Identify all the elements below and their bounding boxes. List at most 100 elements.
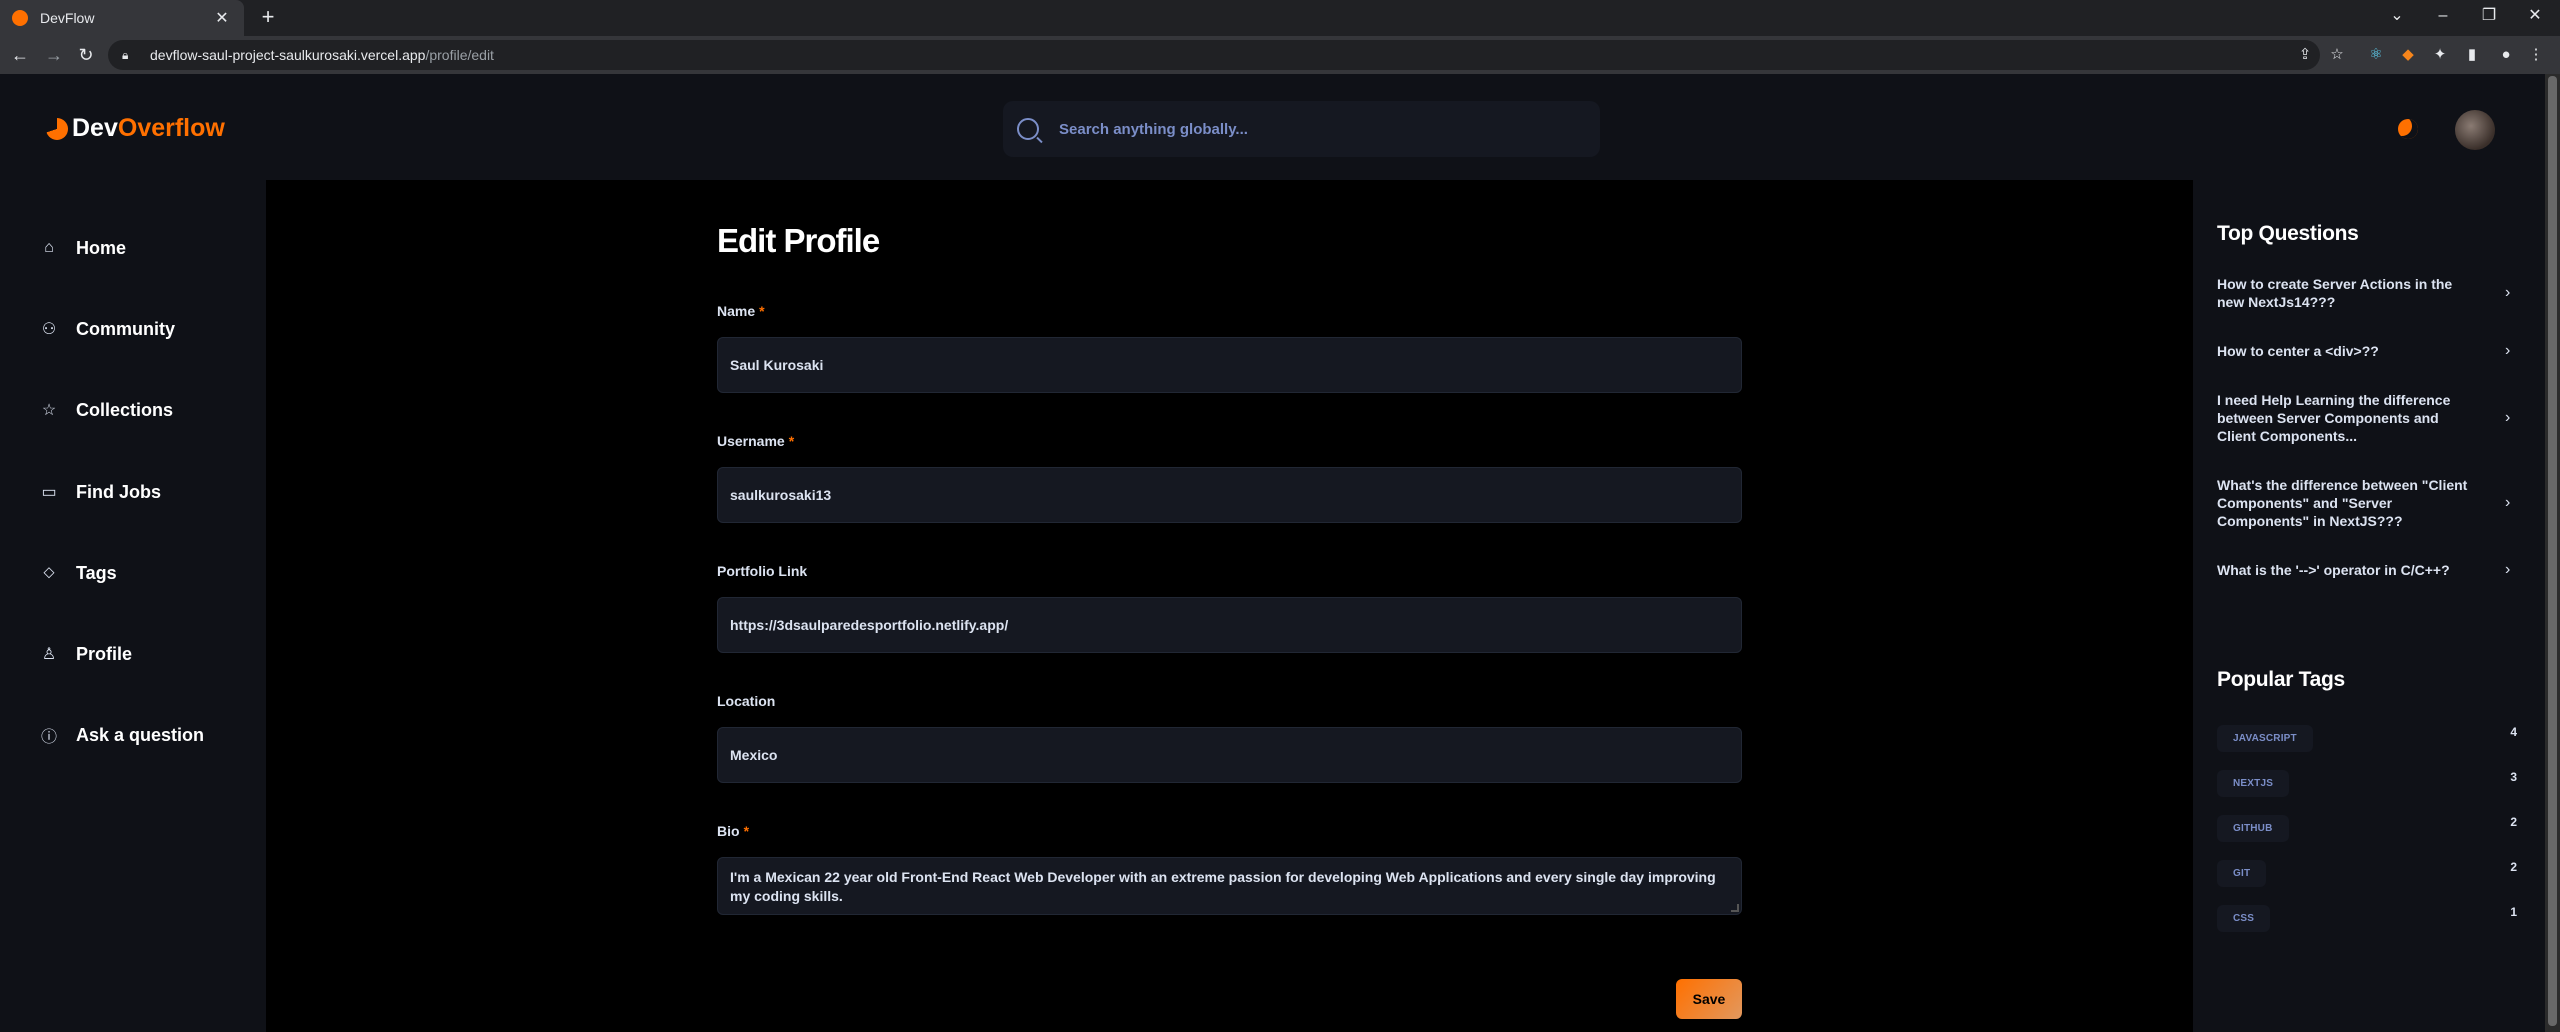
moon-icon[interactable] [2398,119,2418,139]
logo-text-overflow: Overflow [117,114,225,142]
page-scrollbar[interactable] [2545,74,2560,1032]
global-search[interactable] [1003,101,1600,157]
bio-label: Bio * [717,823,749,839]
name-field[interactable]: Saul Kurosaki [717,337,1742,393]
tag-count: 2 [2510,815,2517,829]
metamask-icon[interactable]: ◆ [2398,45,2418,65]
tag-row[interactable]: JAVASCRIPT 4 [2217,724,2517,752]
react-devtools-icon[interactable]: ⚛ [2366,45,2386,65]
bio-text: I'm a Mexican 22 year old Front-End Reac… [730,869,1716,904]
name-label-text: Name [717,303,756,319]
required-mark: * [788,433,795,449]
new-tab-button[interactable]: + [256,6,280,30]
lock-icon: 🔒︎ [122,48,129,62]
back-button[interactable]: ← [8,43,32,67]
favicon-icon [12,10,28,26]
reload-button[interactable]: ↻ [74,43,98,67]
close-icon[interactable]: ✕ [212,8,232,28]
tag-row[interactable]: NEXTJS 3 [2217,769,2517,797]
sidebar-item-label: Profile [76,643,133,664]
resize-handle[interactable] [1731,904,1739,912]
username-label: Username * [717,433,794,449]
chevron-right-icon: › [2505,561,2511,578]
bookmark-star-icon[interactable]: ☆ [2327,45,2347,65]
tag-row[interactable]: GITHUB 2 [2217,814,2517,842]
username-label-text: Username [717,433,785,449]
sidebar-item-collections[interactable]: ☆ Collections [40,390,173,430]
tab-search-icon[interactable]: ⌄ [2374,0,2420,32]
sidebar-item-label: Home [76,237,127,258]
browser-tab-bar: DevFlow ✕ + ⌄ – ❐ ✕ [0,0,2560,36]
main-content: Edit Profile Name * Saul Kurosaki Usernam… [266,180,2193,1032]
question-text: I need Help Learning the difference betw… [2217,392,2451,444]
app-navbar: Dev Overflow [0,74,2545,180]
save-button[interactable]: Save [1676,979,1742,1019]
users-icon: ⚇ [41,321,57,338]
sidebar-item-label: Ask a question [76,724,205,745]
sidebar-item-community[interactable]: ⚇ Community [40,309,175,349]
address-bar-row: ← → ↻ 🔒︎ devflow-saul-project-saulkurosa… [0,36,2560,74]
extensions-icon[interactable]: ✦ [2430,45,2450,65]
bio-label-text: Bio [717,823,740,839]
sidebar-item-label: Tags [76,562,117,583]
home-icon: ⌂ [44,239,54,256]
sidebar-item-profile[interactable]: ♙ Profile [40,634,132,674]
tag-badge[interactable]: CSS [2217,904,2271,932]
tag-count: 2 [2510,860,2517,874]
question-text: What's the difference between "Client Co… [2217,477,2468,529]
question-item[interactable]: What's the difference between "Client Co… [2217,476,2517,530]
page-title: Edit Profile [717,222,880,259]
star-icon: ☆ [41,402,57,419]
sidebar-item-label: Collections [76,399,174,420]
tag-badge[interactable]: JAVASCRIPT [2217,724,2313,752]
question-item[interactable]: How to center a <div>?? › [2217,342,2517,360]
briefcase-icon: ▭ [41,484,57,501]
question-item[interactable]: How to create Server Actions in the new … [2217,275,2517,311]
tag-badge[interactable]: NEXTJS [2217,769,2290,797]
logo-icon [46,117,68,140]
tag-count: 4 [2510,725,2517,739]
close-window-button[interactable]: ✕ [2512,0,2558,32]
menu-icon[interactable]: ⋮ [2526,45,2546,65]
tag-count: 1 [2510,905,2517,919]
right-sidebar: Top Questions How to create Server Actio… [2193,180,2545,1032]
tag-badge[interactable]: GIT [2217,859,2267,887]
share-icon[interactable]: ⇪ [2295,45,2315,65]
profile-avatar-icon[interactable]: ● [2496,45,2516,65]
url-path: /profile/edit [425,47,494,63]
top-questions-title: Top Questions [2217,222,2359,245]
sidebar-item-find-jobs[interactable]: ▭ Find Jobs [40,472,161,512]
avatar[interactable] [2455,110,2495,150]
portfolio-field[interactable]: https://3dsaulparedesportfolio.netlify.a… [717,597,1742,653]
restore-button[interactable]: ❐ [2466,0,2512,32]
username-field[interactable]: saulkurosaki13 [717,467,1742,523]
question-item[interactable]: I need Help Learning the difference betw… [2217,391,2517,445]
tag-count: 3 [2510,770,2517,784]
logo[interactable]: Dev Overflow [46,114,225,143]
forward-button[interactable]: → [42,43,66,67]
chevron-right-icon: › [2505,494,2511,511]
url-field[interactable]: 🔒︎ devflow-saul-project-saulkurosaki.ver… [108,40,2320,70]
tag-icon: ⬦ [43,564,55,581]
question-text: How to center a <div>?? [2217,343,2379,359]
side-panel-icon[interactable]: ▮ [2462,45,2482,65]
sidebar-item-home[interactable]: ⌂ Home [40,228,126,268]
sidebar-item-label: Find Jobs [76,481,161,502]
scrollbar-thumb[interactable] [2548,76,2557,1026]
chevron-right-icon: › [2505,342,2511,359]
tag-row[interactable]: GIT 2 [2217,859,2517,887]
tag-row[interactable]: CSS 1 [2217,904,2517,932]
url-host: devflow-saul-project-saulkurosaki.vercel… [150,47,426,63]
sidebar-item-ask-question[interactable]: ⓘ Ask a question [40,715,204,755]
minimize-button[interactable]: – [2420,0,2466,32]
tag-badge[interactable]: GITHUB [2217,814,2289,842]
tab-title: DevFlow [40,10,95,26]
question-item[interactable]: What is the '-->' operator in C/C++? › [2217,561,2517,579]
search-input[interactable] [1059,120,1559,138]
logo-text-dev: Dev [72,114,118,142]
bio-textarea[interactable]: I'm a Mexican 22 year old Front-End Reac… [717,857,1742,915]
browser-tab[interactable]: DevFlow ✕ [0,0,244,36]
sidebar-item-tags[interactable]: ⬦ Tags [40,553,117,593]
left-sidebar: ⌂ Home ⚇ Community ☆ Collections ▭ Find … [0,180,266,1032]
location-field[interactable]: Mexico [717,727,1742,783]
